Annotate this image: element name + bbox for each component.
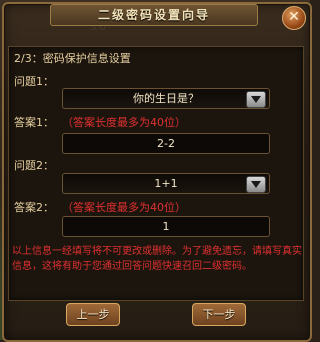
- prev-step-button[interactable]: 上一步: [66, 303, 120, 326]
- chevron-down-icon[interactable]: [246, 91, 266, 108]
- question2-selected: 1+1: [154, 177, 178, 190]
- warning-notice: 以上信息一经填写将不可更改或删除。为了避免遗忘，请填写真实信息，这将有助于您通过…: [12, 246, 302, 272]
- answer2-label: 答案2：: [14, 201, 54, 214]
- question1-label: 问题1：: [14, 75, 54, 88]
- question1-selected: 你的生日是？: [133, 92, 199, 105]
- dialog-title: 二级密码设置向导: [50, 4, 258, 26]
- close-icon: ✕: [288, 9, 300, 25]
- next-step-button[interactable]: 下一步: [192, 303, 246, 326]
- answer2-hint: （答案长度最多为40位）: [62, 201, 186, 214]
- question1-select[interactable]: 你的生日是？: [62, 88, 270, 109]
- answer1-hint: （答案长度最多为40位）: [62, 116, 186, 129]
- close-button[interactable]: ✕: [282, 6, 306, 30]
- question2-label: 问题2：: [14, 159, 54, 172]
- step-title: 2/3：密码保护信息设置: [14, 52, 131, 65]
- answer2-input[interactable]: 1: [62, 216, 270, 237]
- answer1-input[interactable]: 2-2: [62, 133, 270, 154]
- question2-select[interactable]: 1+1: [62, 173, 270, 194]
- chevron-down-icon[interactable]: [246, 176, 266, 193]
- answer1-label: 答案1：: [14, 116, 54, 129]
